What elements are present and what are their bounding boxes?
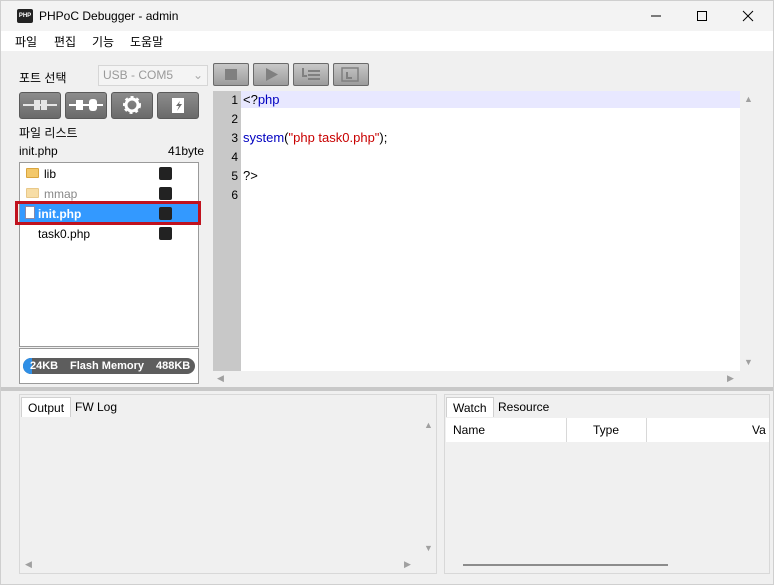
maximize-icon [697, 11, 707, 21]
tab-watch[interactable]: Watch [446, 397, 494, 417]
file-list-label: 파일 리스트 [19, 126, 78, 140]
memory-total: 488KB [156, 360, 191, 372]
chevron-down-icon: ⌄ [192, 68, 203, 82]
line-number: 4 [231, 150, 238, 164]
step-over-icon [302, 68, 320, 80]
chip-upload-icon [172, 98, 184, 113]
watch-panel: Watch Resource Name Type Va [444, 394, 770, 574]
maximize-button[interactable] [679, 1, 725, 31]
line-number: 2 [231, 112, 238, 126]
file-row-task0[interactable]: task0.php [20, 224, 198, 243]
app-icon: PHP [17, 9, 33, 23]
current-line-highlight [241, 91, 740, 108]
line-number: 5 [231, 169, 238, 183]
scroll-down-icon[interactable]: ▼ [744, 357, 753, 367]
device-panel: 포트 선택 USB - COM5 ⌄ 파일 리스트 init.php 41byt… [11, 55, 208, 387]
plug-disconnect-icon [69, 99, 103, 111]
tab-fw-log[interactable]: FW Log [69, 397, 123, 417]
editor-vertical-scrollbar[interactable]: ▲ ▼ [740, 91, 756, 371]
scroll-up-icon[interactable]: ▲ [424, 420, 433, 430]
disconnect-button[interactable] [65, 92, 107, 119]
line-number: 1 [231, 93, 238, 107]
port-select[interactable]: USB - COM5 ⌄ [98, 65, 208, 86]
menu-edit[interactable]: 편집 [54, 33, 76, 50]
scroll-down-icon[interactable]: ▼ [424, 543, 433, 553]
step-into-icon [341, 67, 359, 82]
code-line-3: system("php task0.php"); [243, 130, 388, 145]
port-value: USB - COM5 [103, 68, 174, 82]
file-name: lib [44, 167, 57, 181]
gear-icon [123, 96, 141, 114]
editor-horizontal-scrollbar[interactable]: ◀ ▶ [213, 371, 756, 385]
scroll-right-icon[interactable]: ▶ [727, 373, 734, 384]
file-list: lib mmap init.php task0.php [19, 162, 199, 347]
minimize-button[interactable] [633, 1, 679, 31]
tab-output[interactable]: Output [21, 397, 72, 417]
column-header-type[interactable]: Type [567, 418, 647, 442]
output-text-area[interactable] [20, 417, 422, 557]
plug-connect-icon [23, 100, 57, 110]
file-row-lib[interactable]: lib [20, 164, 198, 183]
menu-help[interactable]: 도움말 [130, 33, 163, 50]
menu-bar: 파일 편집 기능 도움말 [1, 31, 773, 51]
line-number-gutter: 1 2 3 4 5 6 [213, 91, 241, 371]
upload-button[interactable] [157, 92, 199, 119]
selected-file-name: init.php [19, 144, 58, 158]
memory-label: Flash Memory [70, 360, 144, 372]
close-button[interactable] [725, 1, 771, 31]
chip-icon [159, 227, 172, 240]
line-number: 3 [231, 131, 238, 145]
chip-icon [159, 167, 172, 180]
column-header-name[interactable]: Name [446, 418, 567, 442]
memory-panel: 24KB Flash Memory 488KB [19, 348, 199, 384]
minimize-icon [651, 15, 661, 17]
folder-icon [26, 188, 39, 198]
chip-icon [159, 187, 172, 200]
scroll-right-icon[interactable]: ▶ [404, 559, 411, 570]
code-line-5: ?> [243, 168, 258, 183]
flash-memory-bar: 24KB Flash Memory 488KB [23, 358, 195, 374]
code-line-1: <?php [243, 92, 280, 107]
connect-button[interactable] [19, 92, 61, 119]
file-name: task0.php [38, 227, 91, 241]
stop-button[interactable] [213, 63, 249, 86]
code-editor[interactable]: <?php system("php task0.php"); ?> [241, 91, 740, 371]
settings-button[interactable] [111, 92, 153, 119]
line-number: 6 [231, 188, 238, 202]
menu-function[interactable]: 기능 [92, 33, 114, 50]
folder-icon [26, 168, 39, 178]
scroll-up-icon[interactable]: ▲ [744, 94, 753, 104]
step-into-button[interactable] [333, 63, 369, 86]
port-label: 포트 선택 [19, 71, 67, 85]
play-icon [266, 68, 278, 81]
step-over-button[interactable] [293, 63, 329, 86]
memory-used: 24KB [30, 360, 59, 372]
editor-panel: 1 2 3 4 5 6 <?php system("php task0.php"… [208, 55, 770, 387]
watch-horizontal-scrollbar[interactable] [463, 564, 668, 566]
output-panel: Output FW Log ▲ ▼ ◀ ▶ [19, 394, 437, 574]
app-window: PHP PHPoC Debugger - admin 파일 편집 기능 도움말 … [0, 0, 774, 585]
output-vertical-scrollbar[interactable]: ▲ ▼ [422, 417, 436, 557]
run-button[interactable] [253, 63, 289, 86]
window-title: PHPoC Debugger - admin [39, 9, 179, 23]
scroll-left-icon[interactable]: ◀ [25, 559, 32, 570]
title-bar: PHP PHPoC Debugger - admin [1, 1, 773, 31]
menu-file[interactable]: 파일 [15, 33, 37, 50]
output-horizontal-scrollbar[interactable]: ◀ ▶ [20, 557, 422, 571]
tab-resource[interactable]: Resource [492, 397, 555, 417]
selected-file-size: 41byte [167, 144, 204, 158]
column-header-value[interactable]: Va [647, 418, 769, 442]
stop-icon [225, 69, 237, 80]
close-icon [742, 10, 754, 22]
file-name: mmap [44, 187, 78, 201]
scroll-left-icon[interactable]: ◀ [217, 373, 224, 384]
horizontal-splitter[interactable] [1, 387, 773, 391]
selection-highlight-box [15, 201, 201, 225]
